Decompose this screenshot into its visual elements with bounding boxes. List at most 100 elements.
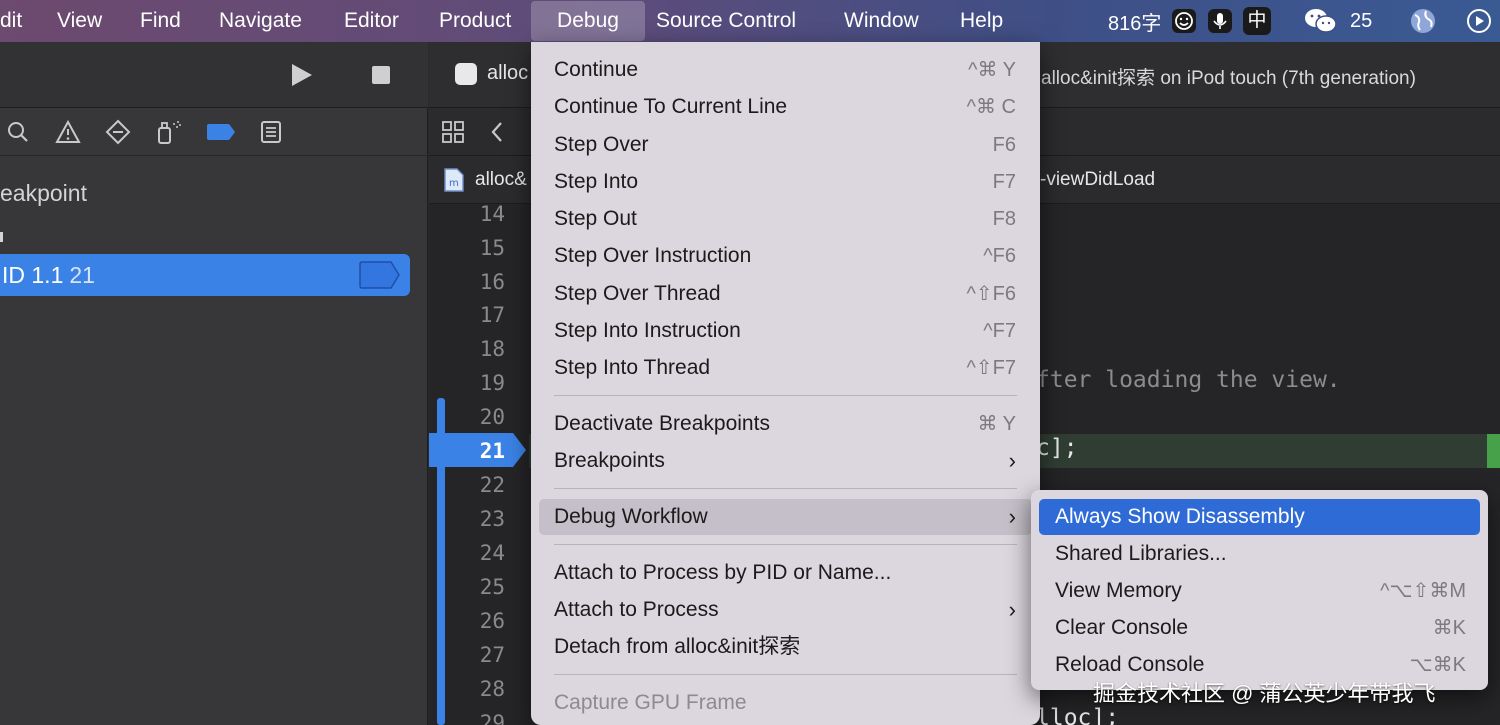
- debug-workflow-submenu: Always Show Disassembly Shared Libraries…: [1031, 490, 1488, 690]
- stop-icon: [372, 66, 390, 84]
- breakpoint-label: ID 1.1: [2, 261, 64, 288]
- scheme-destination[interactable]: alloc&init探索 on iPod touch (7th generati…: [1041, 63, 1416, 90]
- menu-editor[interactable]: Editor: [332, 0, 411, 42]
- breadcrumb-file[interactable]: alloc&: [475, 169, 527, 191]
- breadcrumb-method[interactable]: -viewDidLoad: [1040, 169, 1155, 191]
- navigator-toolbar: [0, 42, 428, 108]
- menu-item-continue-to-current-line[interactable]: Continue To Current Line ^⌘ C: [539, 89, 1032, 125]
- chevron-right-icon: ›: [1008, 504, 1016, 529]
- word-count[interactable]: 816字: [1108, 0, 1161, 42]
- menu-item-shortcut: ⌘ Y: [977, 413, 1016, 435]
- menu-item-deactivate-breakpoints[interactable]: Deactivate Breakpoints ⌘ Y: [539, 406, 1032, 442]
- menu-source-control[interactable]: Source Control: [644, 0, 808, 42]
- menu-help[interactable]: Help: [948, 0, 1015, 42]
- line-number: 26: [479, 609, 505, 633]
- line-number: 18: [479, 337, 505, 361]
- line-number: 22: [479, 473, 505, 497]
- menu-item-step-out[interactable]: Step Out F8: [539, 201, 1032, 237]
- menu-item-label: Step Over Thread: [554, 282, 721, 305]
- menu-item-label: Shared Libraries...: [1055, 542, 1227, 565]
- wechat-unread-count: 25: [1350, 9, 1373, 32]
- input-method-label: 中: [1243, 7, 1271, 35]
- menu-item-label: Step Into Thread: [554, 356, 711, 379]
- menu-item-label: Step Over Instruction: [554, 244, 752, 267]
- menu-item-label: Reload Console: [1055, 653, 1205, 676]
- menu-item-label: Step Into: [554, 170, 639, 193]
- breakpoint-line: 21: [69, 261, 95, 288]
- menu-edit[interactable]: dit: [0, 0, 34, 42]
- menu-separator: [554, 674, 1017, 675]
- navigator-panel: eakpoint ID 1.1 21: [0, 42, 428, 725]
- submenu-item-always-show-disassembly[interactable]: Always Show Disassembly: [1039, 499, 1480, 535]
- wechat-icon[interactable]: [1303, 0, 1339, 42]
- input-method-indicator[interactable]: 中: [1243, 0, 1271, 42]
- menu-item-label: Continue To Current Line: [554, 95, 788, 118]
- menu-item-step-into-instruction[interactable]: Step Into Instruction ^F7: [539, 313, 1032, 349]
- run-button[interactable]: [290, 62, 314, 93]
- issue-navigator-tab[interactable]: [54, 118, 82, 146]
- menu-item-step-over-thread[interactable]: Step Over Thread ^⇧F6: [539, 276, 1032, 312]
- submenu-item-view-memory[interactable]: View Memory ^⌥⇧⌘M: [1039, 573, 1480, 609]
- menu-debug[interactable]: Debug: [531, 1, 645, 41]
- menu-item-step-into[interactable]: Step Into F7: [539, 164, 1032, 200]
- scheme-tab[interactable]: alloc: [487, 62, 528, 85]
- menu-separator: [554, 488, 1017, 489]
- menu-item-label: Attach to Process: [554, 598, 719, 621]
- menu-item-label: Step Out: [554, 207, 637, 230]
- find-navigator-tab[interactable]: [4, 118, 32, 146]
- menu-item-debug-workflow[interactable]: Debug Workflow ›: [539, 499, 1032, 535]
- submenu-item-shared-libraries[interactable]: Shared Libraries...: [1039, 536, 1480, 572]
- line-number: 24: [479, 541, 505, 565]
- breakpoint-toggle-icon[interactable]: [358, 261, 400, 289]
- debug-navigator-tab[interactable]: [155, 118, 183, 146]
- menu-item-detach[interactable]: Detach from alloc&init探索: [539, 629, 1032, 665]
- list-icon: [261, 121, 281, 143]
- breakpoint-row[interactable]: ID 1.1 21: [0, 254, 410, 296]
- menu-item-shortcut: ^F7: [983, 320, 1016, 342]
- chevron-right-icon: ›: [1008, 597, 1016, 622]
- menu-item-continue[interactable]: Continue ^⌘ Y: [539, 52, 1032, 88]
- back-button[interactable]: [489, 120, 505, 149]
- menu-item-label: Continue: [554, 58, 639, 81]
- menu-item-shortcut: F8: [992, 208, 1016, 230]
- report-navigator-tab[interactable]: [257, 118, 285, 146]
- chevron-left-icon: [491, 122, 502, 142]
- source-file-icon: m: [443, 168, 465, 197]
- menu-product[interactable]: Product: [427, 0, 523, 42]
- menu-item-attach-to-process[interactable]: Attach to Process ›: [539, 592, 1032, 628]
- menu-find[interactable]: Find: [128, 0, 193, 42]
- globe-icon[interactable]: [1409, 0, 1437, 42]
- line-number: 17: [479, 303, 505, 327]
- menu-item-label: Step Into Instruction: [554, 319, 741, 342]
- menu-item-step-over-instruction[interactable]: Step Over Instruction ^F6: [539, 238, 1032, 274]
- test-navigator-tab[interactable]: [104, 118, 132, 146]
- menu-item-breakpoints[interactable]: Breakpoints ›: [539, 443, 1032, 479]
- menu-item-step-into-thread[interactable]: Step Into Thread ^⇧F7: [539, 350, 1032, 386]
- menu-item-step-over[interactable]: Step Over F6: [539, 127, 1032, 163]
- play-circle-icon[interactable]: [1466, 0, 1492, 42]
- debug-menu: Continue ^⌘ Y Continue To Current Line ^⌘ …: [531, 42, 1040, 725]
- menu-item-shortcut: ⌘K: [1432, 617, 1466, 639]
- disclosure-fragment: [0, 232, 3, 242]
- execution-marker: [1487, 434, 1500, 468]
- smiley-icon[interactable]: [1171, 0, 1197, 42]
- menu-item-shortcut: F6: [992, 134, 1016, 156]
- menu-item-shortcut: ^⌥⇧⌘M: [1380, 580, 1466, 602]
- menu-window[interactable]: Window: [832, 0, 931, 42]
- menu-item-label: Detach from alloc&init探索: [554, 635, 801, 658]
- breakpoint-navigator-tab[interactable]: [205, 118, 237, 146]
- menu-item-shortcut: F7: [992, 171, 1016, 193]
- related-items-button[interactable]: [441, 120, 465, 149]
- microphone-icon[interactable]: [1207, 0, 1233, 42]
- warning-icon: [55, 120, 81, 143]
- menu-view[interactable]: View: [45, 0, 114, 42]
- line-number: 27: [479, 643, 505, 667]
- stop-button[interactable]: [371, 65, 391, 90]
- chevron-right-icon: ›: [1008, 448, 1016, 473]
- line-gutter[interactable]: 14 15 16 17 18 19 20 21 22 23 24 25 26 2…: [429, 202, 529, 725]
- navigator-tabs: [0, 108, 428, 156]
- menu-item-attach-by-pid[interactable]: Attach to Process by PID or Name...: [539, 555, 1032, 591]
- menu-navigate[interactable]: Navigate: [207, 0, 314, 42]
- line-number: 28: [479, 677, 505, 701]
- submenu-item-clear-console[interactable]: Clear Console ⌘K: [1039, 610, 1480, 646]
